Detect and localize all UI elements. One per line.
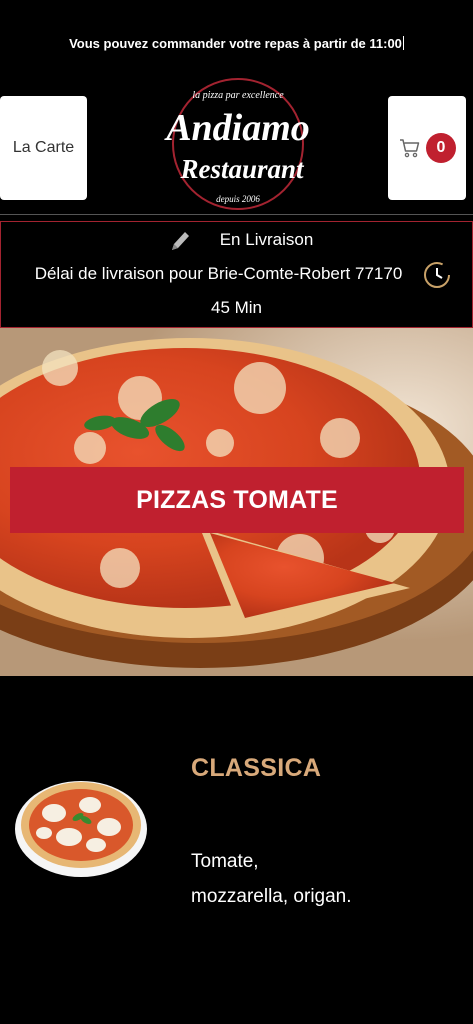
logo-name: Andiamo bbox=[164, 107, 310, 149]
banner-text: Vous pouvez commander votre repas à part… bbox=[69, 36, 402, 51]
cart-count-badge: 0 bbox=[426, 133, 456, 163]
product-image[interactable] bbox=[14, 775, 148, 879]
restaurant-logo[interactable]: la pizza par excellence Andiamo Restaura… bbox=[160, 74, 316, 214]
category-title: PIZZAS TOMATE bbox=[136, 485, 338, 514]
order-time-banner: Vous pouvez commander votre repas à part… bbox=[0, 36, 473, 60]
category-title-bar[interactable]: PIZZAS TOMATE bbox=[10, 467, 464, 533]
delivery-mode: En Livraison bbox=[219, 230, 314, 249]
product-description: Tomate, mozzarella, origan. bbox=[191, 844, 451, 914]
delivery-delay-text: Délai de livraison pour Brie-Comte-Rober… bbox=[34, 264, 403, 283]
cart-button[interactable]: 0 bbox=[388, 96, 466, 200]
logo-subname: Restaurant bbox=[179, 154, 305, 184]
logo-since: depuis 2006 bbox=[216, 194, 260, 204]
menu-button[interactable]: La Carte bbox=[0, 96, 87, 200]
text-cursor bbox=[402, 36, 404, 50]
header-divider bbox=[0, 214, 473, 215]
delivery-duration: 45 Min bbox=[210, 298, 263, 317]
menu-button-label: La Carte bbox=[12, 139, 75, 156]
product-description-line: mozzarella, origan. bbox=[191, 886, 352, 907]
product-name[interactable]: CLASSICA bbox=[191, 754, 321, 783]
clock-icon bbox=[424, 262, 450, 288]
product-description-line: Tomate, bbox=[191, 851, 259, 872]
logo-tagline: la pizza par excellence bbox=[192, 90, 284, 101]
delivery-info-box[interactable]: En Livraison Délai de livraison pour Bri… bbox=[0, 221, 473, 328]
cart-icon bbox=[400, 139, 420, 158]
